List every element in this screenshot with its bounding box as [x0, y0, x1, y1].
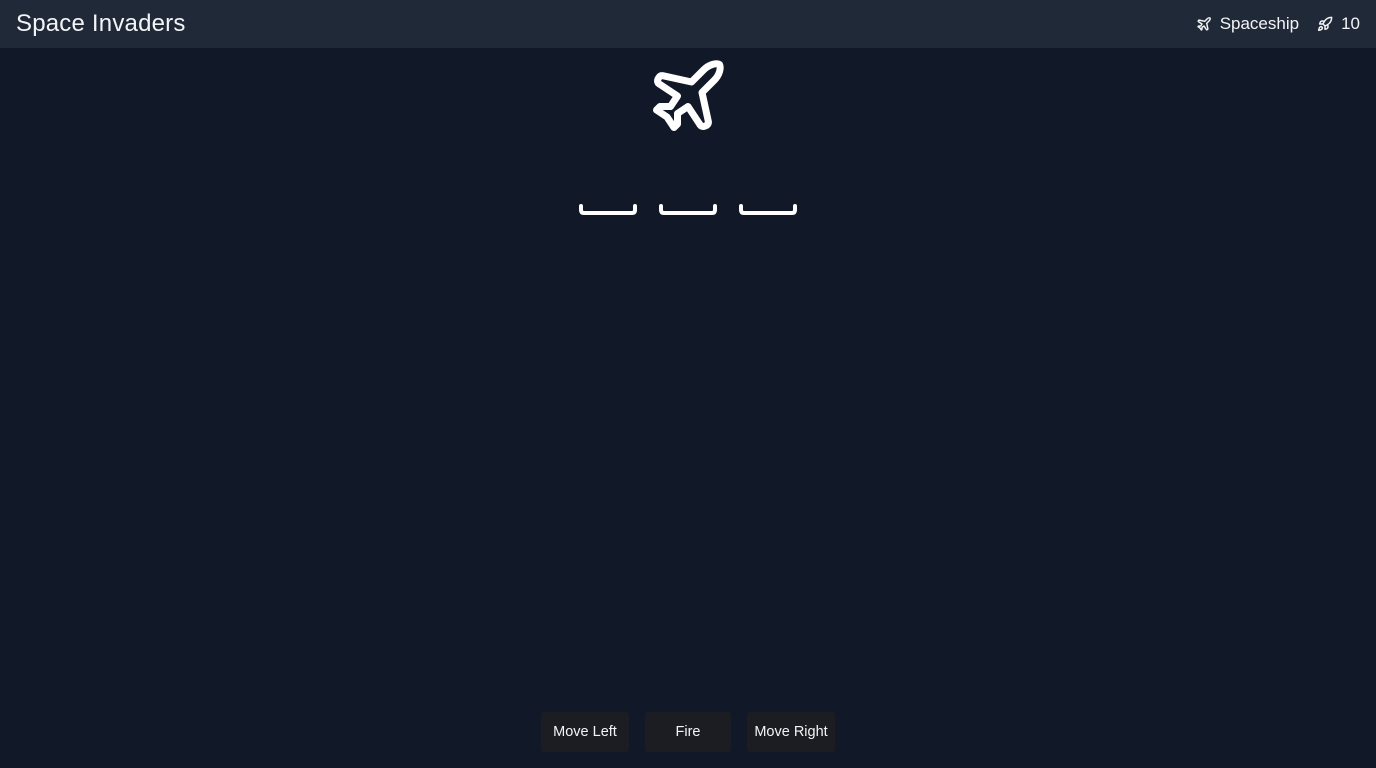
status-bar: Spaceship 10 — [1196, 14, 1360, 34]
move-left-button[interactable]: Move Left — [541, 712, 629, 752]
shield-bunker — [578, 202, 638, 215]
control-bar: Move Left Fire Move Right — [0, 712, 1376, 752]
shield-bunker — [658, 202, 718, 215]
ship-indicator: Spaceship — [1196, 14, 1299, 34]
plane-icon — [1196, 16, 1212, 32]
fire-button[interactable]: Fire — [645, 712, 731, 752]
move-right-button[interactable]: Move Right — [747, 712, 835, 752]
ship-label: Spaceship — [1219, 14, 1300, 33]
ammo-count: 10 — [1341, 14, 1360, 33]
rocket-icon — [1317, 16, 1333, 32]
top-bar: Space Invaders Spaceship 10 — [0, 0, 1376, 48]
player-ship — [646, 54, 730, 138]
shield-bunker — [738, 202, 798, 215]
page-title: Space Invaders — [16, 10, 186, 37]
plane-icon — [653, 60, 724, 131]
game-area — [0, 48, 1376, 768]
ammo-counter: 10 — [1317, 14, 1360, 34]
